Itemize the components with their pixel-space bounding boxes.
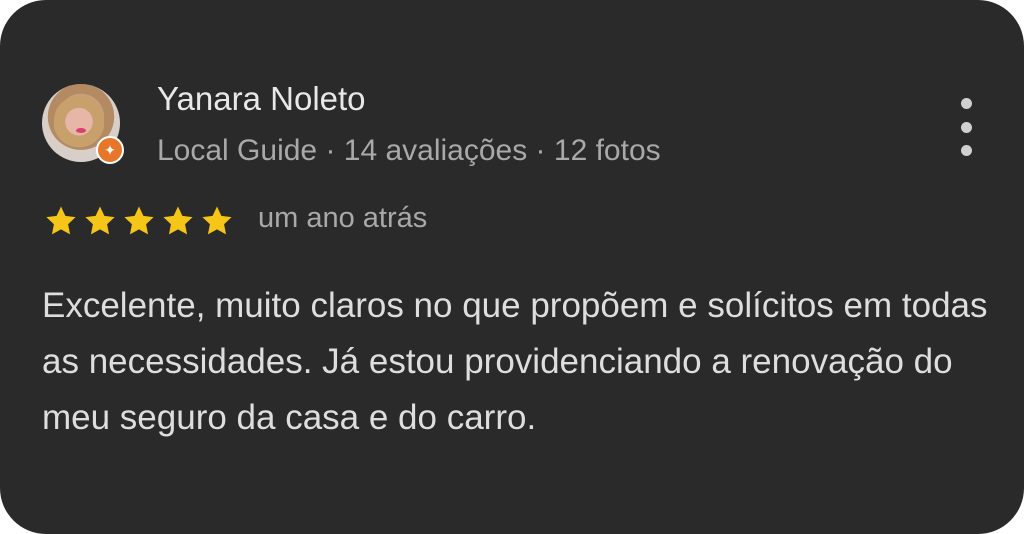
reviewer-meta: Local Guide · 14 avaliações · 12 fotos (157, 134, 661, 167)
review-time: um ano atrás (258, 202, 428, 234)
review-text: Excelente, muito claros no que propõem e… (42, 286, 988, 437)
reviewer-name[interactable]: Yanara Noleto (157, 80, 366, 118)
star-icon (85, 206, 115, 235)
menu-dot (960, 145, 972, 156)
review-card: ✦ Yanara Noleto Local Guide · 14 avaliaç… (0, 0, 1024, 534)
star-rating (42, 204, 236, 238)
more-vert-icon[interactable] (948, 98, 984, 156)
local-guide-star-icon: ✦ (96, 136, 124, 164)
menu-dot (960, 98, 972, 109)
avatar[interactable]: ✦ (42, 84, 124, 164)
star-icon (124, 206, 154, 235)
star-icon (163, 206, 193, 235)
star-icon (202, 206, 232, 235)
star-icon (46, 206, 76, 235)
menu-dot (960, 121, 972, 133)
